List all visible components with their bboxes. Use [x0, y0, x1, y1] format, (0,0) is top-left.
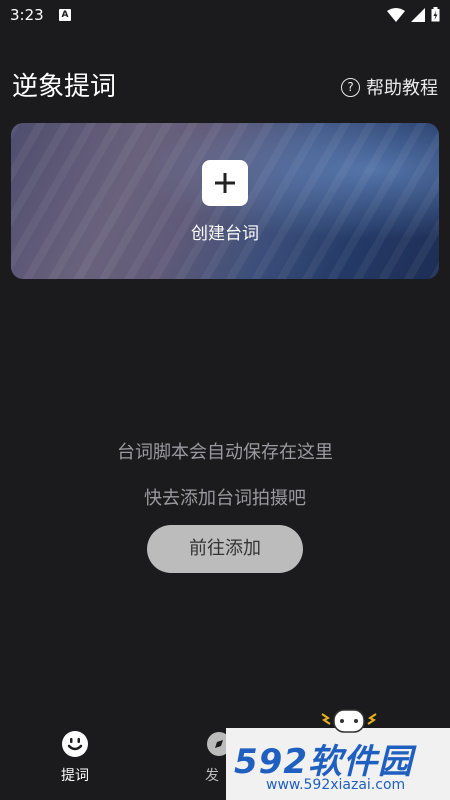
- page-title: 逆象提词: [12, 72, 117, 102]
- app-header: 逆象提词 ? 帮助教程: [0, 60, 450, 108]
- watermark-brand: 592软件园: [234, 742, 413, 782]
- help-tutorial-link[interactable]: ? 帮助教程: [341, 74, 438, 100]
- help-label: 帮助教程: [366, 78, 438, 99]
- wifi-icon: [387, 7, 405, 22]
- status-bar: 3:23 A: [0, 0, 450, 32]
- help-icon: ?: [341, 77, 360, 97]
- battery-icon: [431, 7, 440, 22]
- watermark-url: www.592xiazai.com: [266, 777, 406, 793]
- empty-state-hint: 快去添加台词拍摄吧: [144, 488, 306, 509]
- empty-state-message: 台词脚本会自动保存在这里: [117, 442, 333, 463]
- status-time: 3:23: [10, 6, 44, 24]
- signal-icon: [411, 7, 425, 22]
- tab-prompt[interactable]: 提词: [52, 730, 98, 785]
- notification-app-icon: A: [59, 9, 71, 21]
- gamepad-mascot-icon: [321, 709, 377, 733]
- status-icons: [387, 7, 440, 22]
- smiley-icon: [62, 731, 88, 757]
- create-script-label: 创建台词: [191, 224, 259, 244]
- go-add-button[interactable]: 前往添加: [147, 525, 303, 573]
- site-watermark: 592软件园 www.592xiazai.com: [226, 709, 450, 800]
- tab-prompt-label: 提词: [61, 768, 89, 784]
- create-script-card[interactable]: 创建台词: [11, 123, 439, 279]
- plus-icon: [202, 160, 248, 206]
